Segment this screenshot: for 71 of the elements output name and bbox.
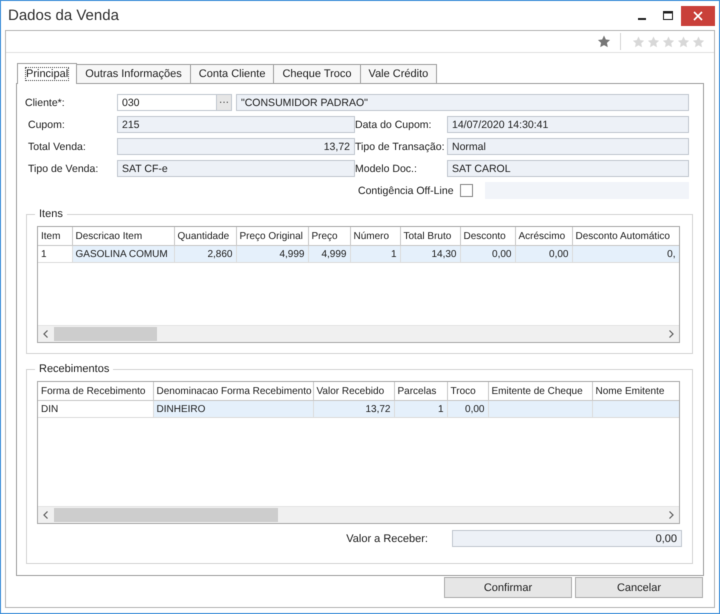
table-cell: DINHEIRO [153, 400, 313, 418]
column-header[interactable]: Acréscimo [515, 227, 572, 246]
table-cell: 4,999 [308, 246, 350, 262]
rating-star-icon[interactable] [677, 36, 690, 48]
tab[interactable]: Cheque Troco [273, 64, 361, 83]
checkbox[interactable] [460, 184, 473, 197]
column-header[interactable]: Preço Original [236, 227, 308, 246]
rating-star-icon[interactable] [662, 36, 675, 48]
column-header[interactable]: Parcelas [394, 382, 447, 400]
table-cell: 4,999 [236, 246, 308, 262]
table-cell: 14,30 [400, 246, 460, 262]
column-header[interactable]: Desconto Automático [572, 227, 679, 246]
input-field[interactable]: Normal [447, 138, 689, 155]
tab[interactable]: Conta Cliente [190, 64, 274, 83]
dialog-button[interactable]: Cancelar [575, 577, 703, 598]
input-field[interactable]: 0,00 [452, 530, 682, 547]
table-cell: 1 [350, 246, 400, 262]
field-label: Total Venda: [27, 140, 87, 152]
table-cell: 13,72 [313, 400, 394, 418]
horizontal-scrollbar[interactable] [38, 506, 679, 523]
table-cell: 0,00 [515, 246, 572, 262]
column-header[interactable]: Troco [447, 382, 488, 400]
browse-button[interactable]: ··· [216, 94, 232, 111]
table-cell: 0, [572, 246, 679, 262]
input-field[interactable]: 13,72 [117, 138, 355, 155]
group-title: Itens [38, 208, 64, 220]
field-label: Tipo de Venda: [27, 162, 100, 174]
column-header[interactable]: Forma de Recebimento [38, 382, 153, 400]
input-field[interactable]: 215 [117, 116, 355, 133]
table-cell: 2,860 [174, 246, 236, 262]
rating-star-icon[interactable] [647, 36, 660, 48]
input-field[interactable]: SAT CAROL [447, 160, 689, 177]
table-cell: DIN [38, 400, 153, 418]
field-label: Cliente*: [25, 96, 66, 108]
tab[interactable]: Outras Informações [76, 64, 191, 83]
column-header[interactable]: Descricao Item [72, 227, 174, 246]
column-header[interactable]: Nome Emitente [592, 382, 679, 400]
rating-star-icon[interactable] [632, 36, 645, 48]
column-header[interactable]: Item [38, 227, 72, 246]
input-field[interactable]: SAT CF-e [117, 160, 355, 177]
field-label: Modelo Doc.: [355, 162, 418, 174]
rating-star-icon[interactable] [692, 36, 705, 48]
group-title: Recebimentos [38, 363, 110, 375]
table-cell: 1 [394, 400, 447, 418]
column-header[interactable]: Desconto [460, 227, 515, 246]
input-field[interactable]: 030 [117, 94, 216, 111]
field-label: Valor a Receber: [346, 532, 428, 544]
column-header[interactable]: Denominacao Forma Recebimento [153, 382, 313, 400]
close-icon[interactable] [681, 6, 715, 26]
table-cell: 0,00 [447, 400, 488, 418]
column-header[interactable]: Emitente de Cheque [488, 382, 592, 400]
tab[interactable]: Principal [17, 63, 78, 84]
column-header[interactable]: Preço [308, 227, 350, 246]
field-label: Tipo de Transação: [355, 140, 446, 152]
horizontal-scrollbar[interactable] [38, 325, 679, 342]
table-cell: GASOLINA COMUM [72, 246, 174, 262]
checkbox-label: Contigência Off-Line [358, 184, 454, 196]
column-header[interactable]: Total Bruto [400, 227, 460, 246]
input-field[interactable]: "CONSUMIDOR PADRAO" [236, 94, 689, 111]
table-cell: 0,00 [460, 246, 515, 262]
window-title: Dados da Venda [8, 7, 120, 24]
column-header[interactable]: Quantidade [174, 227, 236, 246]
field-label: Data do Cupom: [355, 118, 432, 130]
favorite-star-icon[interactable] [597, 35, 611, 48]
field-label: Cupom: [27, 118, 66, 130]
column-header[interactable]: Número [350, 227, 400, 246]
table-cell: 1 [38, 246, 72, 262]
column-header[interactable]: Valor Recebido [313, 382, 394, 400]
tab[interactable]: Vale Crédito [360, 64, 438, 83]
input-field[interactable]: 14/07/2020 14:30:41 [447, 116, 689, 133]
dialog-button[interactable]: Confirmar [444, 577, 572, 598]
